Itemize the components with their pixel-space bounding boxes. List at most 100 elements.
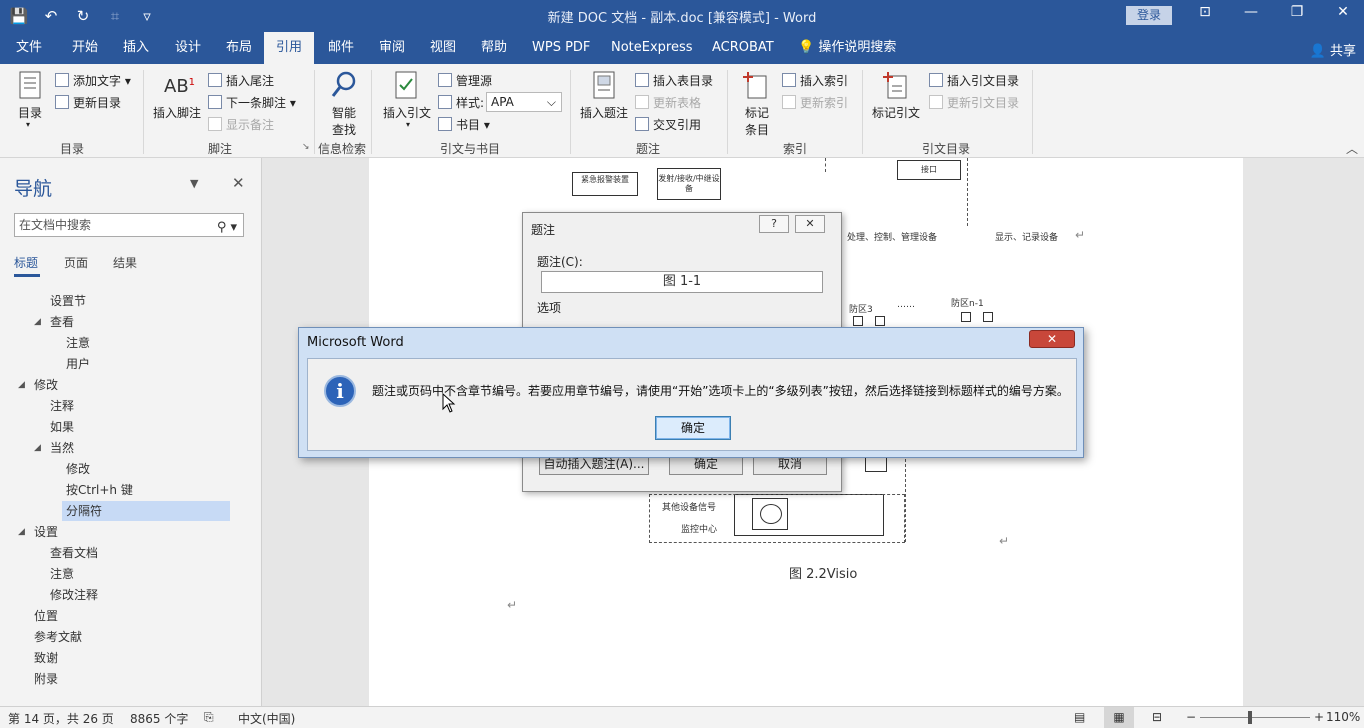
diagram-box-transceiver: 发射/接收/中继设备 bbox=[657, 168, 721, 200]
update-index-button[interactable]: 更新索引 bbox=[782, 94, 848, 111]
nav-heading-item[interactable]: 附录 bbox=[34, 669, 58, 689]
smart-lookup-icon bbox=[331, 71, 356, 97]
zoom-out-icon[interactable]: − bbox=[1186, 710, 1196, 724]
caption-label: 题注(C): bbox=[537, 255, 583, 269]
restore-icon[interactable]: ❐ bbox=[1282, 4, 1312, 20]
web-layout-icon[interactable]: ⊟ bbox=[1152, 710, 1162, 724]
nav-heading-item[interactable]: 参考文献 bbox=[34, 627, 82, 647]
nav-tab-pages[interactable]: 页面 bbox=[64, 254, 88, 271]
nav-heading-item[interactable]: ◢ 当然 bbox=[34, 438, 74, 458]
search-icon[interactable]: ⚲ ▾ bbox=[217, 217, 237, 239]
insert-footnote-button[interactable]: 插入脚注 bbox=[153, 104, 201, 121]
smart-lookup-button[interactable]: 智能 查找 bbox=[332, 104, 356, 138]
insert-caption-button[interactable]: 插入题注 bbox=[580, 104, 628, 121]
cross-reference-button[interactable]: 交叉引用 bbox=[635, 116, 701, 133]
tab-acrobat[interactable]: ACROBAT bbox=[710, 32, 776, 64]
tab-home[interactable]: 开始 bbox=[70, 32, 100, 64]
update-table-button[interactable]: 更新表格 bbox=[635, 94, 701, 111]
nav-options-icon[interactable]: ▼ bbox=[190, 177, 198, 190]
close-icon[interactable]: ✕ bbox=[795, 215, 825, 233]
nav-heading-item[interactable]: ◢ 修改 bbox=[18, 375, 58, 395]
style-select[interactable]: APA ⌵ bbox=[486, 92, 562, 112]
next-footnote-icon bbox=[208, 95, 222, 109]
nav-search-input[interactable]: 在文档中搜索 ⚲ ▾ bbox=[14, 213, 244, 237]
mark-entry-button[interactable]: 标记 条目 bbox=[745, 104, 769, 138]
insert-endnote-button[interactable]: 插入尾注 bbox=[208, 72, 274, 89]
nav-heading-item[interactable]: 修改注释 bbox=[50, 585, 98, 605]
mark-citation-button[interactable]: 标记引文 bbox=[872, 104, 920, 121]
share-button[interactable]: 👤 共享 bbox=[1310, 40, 1356, 59]
zoom-level[interactable]: 110% bbox=[1326, 710, 1360, 724]
insert-table-of-figures-button[interactable]: 插入表目录 bbox=[635, 72, 713, 89]
nav-tab-results[interactable]: 结果 bbox=[113, 254, 137, 271]
nav-heading-item[interactable]: 修改 bbox=[66, 459, 90, 479]
nav-heading-item[interactable]: 查看文档 bbox=[50, 543, 98, 563]
expand-arrow-icon: ◢ bbox=[34, 443, 41, 453]
nav-heading-item[interactable]: 位置 bbox=[34, 606, 58, 626]
read-mode-icon[interactable]: ▤ bbox=[1074, 710, 1085, 724]
show-notes-button[interactable]: 显示备注 bbox=[208, 116, 274, 133]
expand-arrow-icon: ◢ bbox=[18, 527, 25, 537]
word-count[interactable]: 8865 个字 bbox=[130, 710, 188, 727]
tab-mailings[interactable]: 邮件 bbox=[326, 32, 356, 64]
minimize-icon[interactable]: — bbox=[1236, 4, 1266, 20]
nav-heading-item[interactable]: ◢ 设置 bbox=[18, 522, 58, 542]
toc-dropdown-icon[interactable]: ▾ bbox=[26, 120, 30, 129]
nav-heading-item[interactable]: 设置节 bbox=[50, 291, 86, 311]
footnote-dialog-launcher-icon[interactable]: ↘ bbox=[302, 142, 310, 152]
ribbon-separator bbox=[371, 70, 372, 154]
add-text-button[interactable]: 添加文字 ▾ bbox=[55, 72, 131, 89]
update-index-icon bbox=[782, 95, 796, 109]
update-toc-icon bbox=[55, 95, 69, 109]
tab-file[interactable]: 文件 bbox=[14, 32, 44, 64]
zoom-slider[interactable] bbox=[1200, 717, 1310, 718]
nav-heading-item[interactable]: 注意 bbox=[66, 333, 90, 353]
tell-me-search[interactable]: 💡 操作说明搜索 bbox=[796, 32, 898, 64]
tab-view[interactable]: 视图 bbox=[428, 32, 458, 64]
close-window-icon[interactable]: ✕ bbox=[1328, 4, 1358, 20]
caption-input[interactable]: 图 1-1 bbox=[541, 271, 823, 293]
page-count[interactable]: 第 14 页，共 26 页 bbox=[8, 710, 114, 727]
language-indicator[interactable]: 中文(中国) bbox=[238, 710, 295, 727]
help-icon[interactable]: ? bbox=[759, 215, 789, 233]
nav-heading-item[interactable]: ◢ 查看 bbox=[34, 312, 74, 332]
insert-citation-button[interactable]: 插入引文 bbox=[383, 104, 431, 121]
insert-index-button[interactable]: 插入索引 bbox=[782, 72, 848, 89]
print-layout-icon[interactable]: ▦ bbox=[1104, 707, 1134, 728]
proofing-icon[interactable]: ⎘ bbox=[204, 710, 214, 725]
next-footnote-button[interactable]: 下一条脚注 ▾ bbox=[208, 94, 296, 111]
update-toc-button[interactable]: 更新目录 bbox=[55, 94, 121, 111]
tab-review[interactable]: 审阅 bbox=[377, 32, 407, 64]
nav-heading-item[interactable]: 注释 bbox=[50, 396, 74, 416]
bibliography-button[interactable]: 书目 ▾ bbox=[438, 116, 490, 133]
tab-references[interactable]: 引用 bbox=[264, 32, 314, 64]
nav-heading-item-selected[interactable]: 分隔符 bbox=[62, 501, 230, 521]
nav-heading-item[interactable]: 注意 bbox=[50, 564, 74, 584]
tab-design[interactable]: 设计 bbox=[173, 32, 203, 64]
tab-noteexpress[interactable]: NoteExpress bbox=[609, 32, 695, 64]
nav-close-icon[interactable]: ✕ bbox=[232, 174, 245, 192]
nav-heading-item[interactable]: 用户 bbox=[66, 354, 90, 374]
tab-layout[interactable]: 布局 bbox=[224, 32, 254, 64]
ribbon-display-options-icon[interactable]: ⊡ bbox=[1190, 4, 1220, 20]
nav-heading-item[interactable]: 如果 bbox=[50, 417, 74, 437]
insert-citation-dropdown-icon[interactable]: ▾ bbox=[406, 120, 410, 129]
toc-button[interactable]: 目录 bbox=[18, 104, 42, 121]
collapse-ribbon-icon[interactable]: ︿ bbox=[1346, 140, 1358, 157]
insert-table-of-authorities-button[interactable]: 插入引文目录 bbox=[929, 72, 1019, 89]
zoom-slider-thumb[interactable] bbox=[1248, 711, 1252, 724]
nav-heading-item[interactable]: 按Ctrl+h 键 bbox=[66, 480, 133, 500]
login-button[interactable]: 登录 bbox=[1126, 6, 1172, 25]
close-icon[interactable]: ✕ bbox=[1029, 330, 1075, 348]
tab-help[interactable]: 帮助 bbox=[479, 32, 509, 64]
update-table-of-authorities-button[interactable]: 更新引文目录 bbox=[929, 94, 1019, 111]
cross-reference-icon bbox=[635, 117, 649, 131]
tab-insert[interactable]: 插入 bbox=[121, 32, 151, 64]
group-label-footnote: 脚注 bbox=[208, 142, 233, 156]
ok-button[interactable]: 确定 bbox=[655, 416, 731, 440]
zoom-in-icon[interactable]: + bbox=[1314, 710, 1324, 724]
manage-sources-button[interactable]: 管理源 bbox=[438, 72, 492, 89]
tab-wps-pdf[interactable]: WPS PDF bbox=[530, 32, 592, 64]
nav-tab-headings[interactable]: 标题 bbox=[14, 254, 38, 271]
nav-heading-item[interactable]: 致谢 bbox=[34, 648, 58, 668]
